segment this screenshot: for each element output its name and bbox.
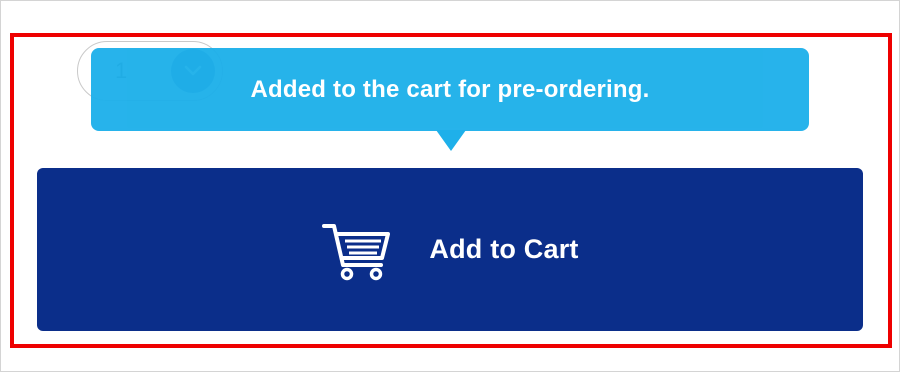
added-to-cart-tooltip: Added to the cart for pre-ordering. — [91, 48, 809, 131]
tooltip-arrow — [436, 130, 466, 151]
tooltip-message: Added to the cart for pre-ordering. — [250, 75, 650, 103]
shopping-cart-icon — [321, 221, 391, 281]
cart-glyph — [322, 223, 391, 280]
add-to-cart-label: Add to Cart — [429, 234, 579, 264]
add-to-cart-button[interactable]: Add to Cart — [37, 168, 863, 331]
